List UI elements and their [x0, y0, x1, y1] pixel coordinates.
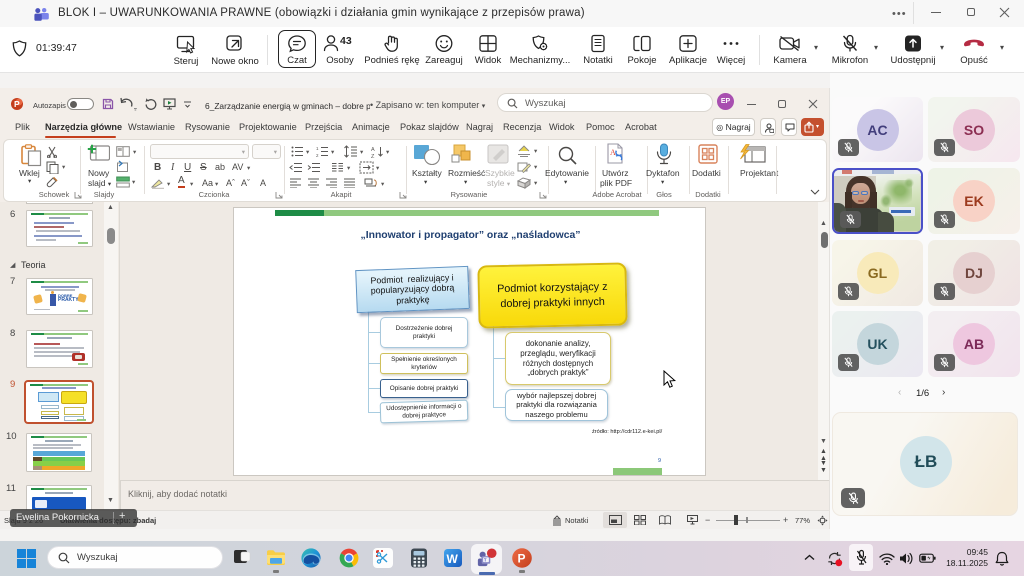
svg-text:P: P [518, 552, 526, 566]
svg-text:1: 1 [316, 146, 319, 151]
svg-text:P: P [14, 99, 20, 109]
svg-text:43: 43 [340, 35, 352, 47]
svg-text:W: W [447, 552, 459, 566]
svg-text:A: A [371, 147, 375, 153]
svg-text:Z: Z [371, 154, 375, 158]
svg-text:T: T [484, 558, 487, 563]
svg-text:2: 2 [316, 153, 319, 157]
